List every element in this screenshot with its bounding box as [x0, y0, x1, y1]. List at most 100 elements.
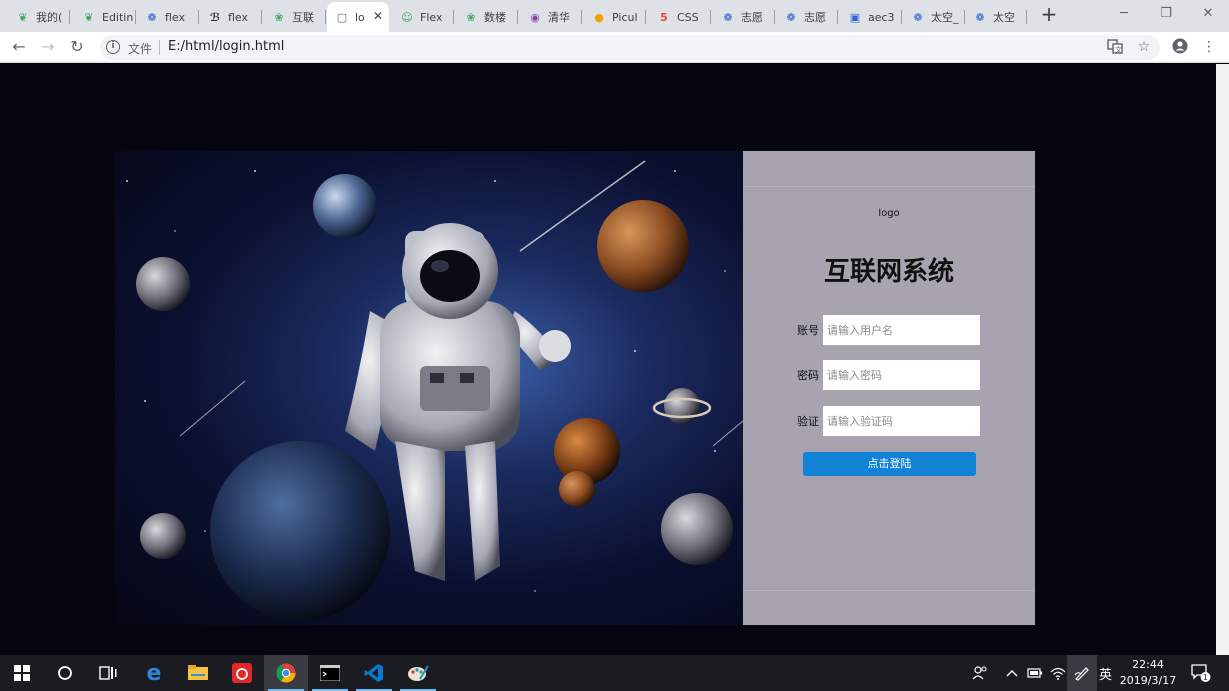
- edge-browser-icon[interactable]: e: [132, 655, 176, 691]
- browser-tab[interactable]: ❁ 太空_: [903, 4, 965, 30]
- username-label: 账号: [797, 324, 819, 337]
- browser-tab[interactable]: ❀ 数楼: [456, 4, 518, 30]
- circle-icon: ◉: [530, 10, 540, 24]
- browser-tab[interactable]: ❦ 我的(: [8, 4, 70, 30]
- tab-close-icon[interactable]: ✕: [373, 9, 383, 23]
- svg-text:文: 文: [1115, 45, 1122, 54]
- login-box: logo 互联网系统 账号 密码 验证 点击登陆: [115, 151, 1035, 625]
- browser-tab[interactable]: ❁ flex: [137, 4, 199, 30]
- captcha-row: 验证: [797, 406, 997, 436]
- astronaut-space-image: [115, 151, 743, 625]
- browser-tab[interactable]: ℬflex: [200, 4, 262, 30]
- ime-language-indicator[interactable]: 英: [1099, 655, 1112, 691]
- task-view-icon[interactable]: [86, 655, 130, 691]
- page-icon: ▢: [336, 10, 348, 24]
- restore-icon[interactable]: ❐: [1148, 4, 1184, 24]
- battery-icon[interactable]: [1027, 655, 1043, 691]
- browser-tab[interactable]: ❁ 志愿: [776, 4, 838, 30]
- tab-separator: [710, 10, 711, 24]
- sprout-icon: ❀: [466, 10, 476, 24]
- password-row: 密码: [797, 360, 997, 390]
- captcha-label: 验证: [797, 415, 819, 428]
- tray-chevron-up-icon[interactable]: [1006, 655, 1018, 691]
- tab-separator: [837, 10, 838, 24]
- translate-icon[interactable]: 文: [1106, 38, 1124, 56]
- tab-title: lo: [355, 10, 365, 24]
- leaf-icon: ❦: [18, 10, 28, 24]
- feather-icon: ℬ: [209, 10, 221, 24]
- tab-separator: [901, 10, 902, 24]
- login-button[interactable]: 点击登陆: [803, 452, 976, 476]
- tab-separator: [517, 10, 518, 24]
- chrome-icon[interactable]: [264, 655, 308, 691]
- url-text[interactable]: E:/html/login.html: [168, 39, 284, 54]
- tab-separator: [581, 10, 582, 24]
- tab-title: 志愿: [804, 11, 826, 24]
- reload-icon[interactable]: ↻: [67, 37, 87, 57]
- paw-icon: ❁: [786, 10, 796, 24]
- browser-tab[interactable]: ☺ Flex: [392, 4, 454, 30]
- panel-bottom-divider: [743, 590, 1035, 591]
- cortana-search-icon[interactable]: [43, 655, 87, 691]
- info-icon[interactable]: i: [106, 40, 120, 54]
- address-bar[interactable]: i 文件 E:/html/login.html: [100, 35, 1160, 60]
- tab-title: flex: [165, 10, 186, 24]
- paint-icon[interactable]: [396, 655, 440, 691]
- browser-tab[interactable]: ◉ 清华: [520, 4, 582, 30]
- password-label: 密码: [797, 369, 819, 382]
- tab-title: aec3: [868, 10, 895, 24]
- tab-separator: [69, 10, 70, 24]
- omnibox-divider: [159, 40, 160, 55]
- browser-tab[interactable]: ❀ 互联: [264, 4, 326, 30]
- wifi-icon[interactable]: [1050, 655, 1066, 691]
- taskbar-clock[interactable]: 22:44 2019/3/17: [1118, 657, 1178, 689]
- browser-tab-strip: ❦ 我的(❦ Editin ❁ flex ℬflex ❀ 互联 ▢ lo ✕ ☺ Flex ❀ 数楼 ◉…: [0, 0, 1229, 32]
- tab-title: Picul: [612, 10, 638, 24]
- sprout-icon: ❀: [274, 10, 284, 24]
- file-explorer-icon[interactable]: [176, 655, 220, 691]
- pen-ink-icon[interactable]: [1067, 655, 1097, 691]
- panel-top-divider: [743, 186, 1035, 187]
- username-row: 账号: [797, 315, 997, 345]
- tab-separator: [1026, 10, 1027, 24]
- username-input[interactable]: [823, 315, 980, 345]
- browser-tab[interactable]: ▣ aec3: [840, 4, 902, 30]
- new-tab-button[interactable]: +: [1038, 3, 1060, 25]
- browser-tab[interactable]: ❁ 志愿: [713, 4, 775, 30]
- tab-title: 互联: [292, 11, 314, 24]
- browser-tab[interactable]: ❁ 太空: [965, 4, 1027, 30]
- windows-start-icon[interactable]: [0, 655, 44, 691]
- browser-tab[interactable]: ❦ Editin: [74, 4, 136, 30]
- browser-tab[interactable]: ▢ lo ✕: [327, 2, 389, 32]
- action-center-icon[interactable]: 1: [1190, 655, 1212, 691]
- browser-tab[interactable]: ● Picul: [584, 4, 646, 30]
- notification-count: 1: [1203, 673, 1208, 682]
- clock-time: 22:44: [1132, 658, 1164, 671]
- smiley-icon: ☺: [401, 10, 413, 24]
- bookmark-star-icon[interactable]: ☆: [1135, 38, 1153, 56]
- tab-separator: [325, 10, 326, 24]
- logo-text: logo: [878, 208, 900, 219]
- browser-toolbar: ← → ↻ i 文件 E:/html/login.html 文 ☆ ⋮: [0, 32, 1229, 63]
- paw-box-icon: ▣: [849, 10, 861, 24]
- tab-title: 太空_: [931, 11, 959, 24]
- page-scrollbar[interactable]: [1216, 64, 1229, 655]
- tab-title: Editin: [102, 10, 134, 24]
- vscode-icon[interactable]: [352, 655, 396, 691]
- minimize-icon[interactable]: ─: [1106, 4, 1142, 24]
- profile-icon[interactable]: [1171, 38, 1189, 56]
- paw-icon: ❁: [913, 10, 923, 24]
- terminal-icon[interactable]: [308, 655, 352, 691]
- menu-kebab-icon[interactable]: ⋮: [1200, 38, 1218, 56]
- netease-music-icon[interactable]: [220, 655, 264, 691]
- browser-tab[interactable]: 5 CSS: [649, 4, 711, 30]
- forward-icon[interactable]: →: [38, 37, 58, 57]
- password-input[interactable]: [823, 360, 980, 390]
- login-panel: logo 互联网系统 账号 密码 验证 点击登陆: [743, 151, 1035, 625]
- tab-title: CSS: [677, 10, 699, 24]
- close-window-icon[interactable]: ✕: [1190, 4, 1226, 24]
- system-title: 互联网系统: [823, 257, 954, 287]
- back-icon[interactable]: ←: [9, 37, 29, 57]
- captcha-input[interactable]: [823, 406, 980, 436]
- people-icon[interactable]: [972, 655, 988, 691]
